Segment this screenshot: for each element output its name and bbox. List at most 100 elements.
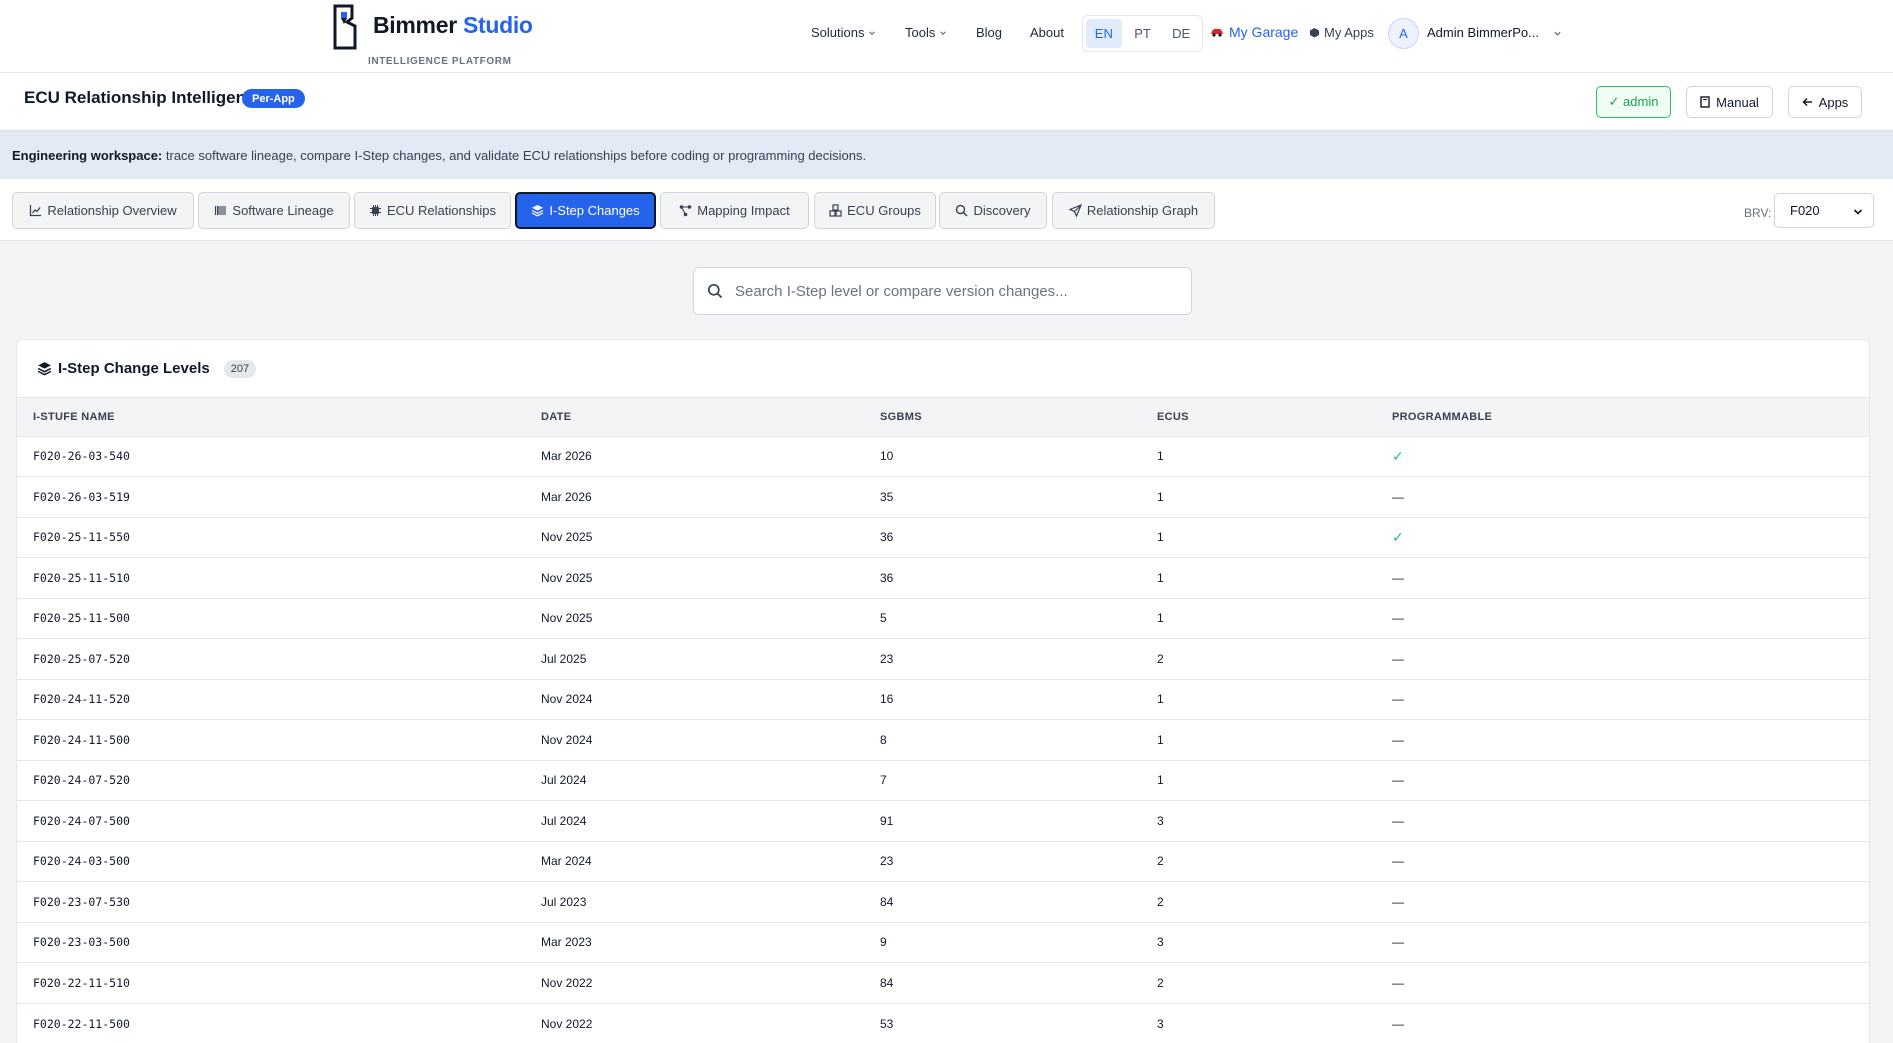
lang-en[interactable]: EN xyxy=(1086,19,1122,48)
sgbms-cell: 84 xyxy=(864,962,1141,1003)
table-row[interactable]: F020-22-11-500 Nov 2022 53 3— xyxy=(17,1002,1869,1043)
nav-solutions[interactable]: Solutions xyxy=(811,25,876,40)
chart-line-icon xyxy=(30,205,42,217)
column-header-ecus[interactable]: ECUS xyxy=(1141,398,1376,436)
sgbms-cell: 35 xyxy=(864,476,1141,517)
tab-software-lineage[interactable]: Software Lineage xyxy=(198,192,350,229)
table-row[interactable]: F020-24-11-500 Nov 2024 8 1— xyxy=(17,719,1869,760)
i-stufe-name-cell: F020-24-03-500 xyxy=(17,840,525,882)
i-stufe-name-cell: F020-23-03-500 xyxy=(17,921,525,963)
i-step-table: I-STUFE NAME DATE SGBMS ECUS PROGRAMMABL… xyxy=(17,398,1869,1043)
table-header-row: I-STUFE NAME DATE SGBMS ECUS PROGRAMMABL… xyxy=(17,398,1869,436)
table-row[interactable]: F020-26-03-540 Mar 2026 10 1 ✓ xyxy=(17,435,1869,477)
search-input[interactable] xyxy=(735,276,1175,306)
avatar[interactable]: A xyxy=(1388,18,1419,49)
chevron-down-icon xyxy=(869,30,876,35)
sgbms-cell: 36 xyxy=(864,516,1141,558)
date-cell: Mar 2023 xyxy=(525,921,864,963)
column-header-date[interactable]: DATE xyxy=(525,398,864,436)
tab-ecu-groups[interactable]: ECU Groups xyxy=(814,192,936,229)
tab-label: Mapping Impact xyxy=(697,203,790,218)
programmable-cell: — xyxy=(1376,597,1869,639)
table-row[interactable]: F020-23-03-500 Mar 2023 9 3— xyxy=(17,921,1869,963)
ecus-cell: 1 xyxy=(1141,435,1376,477)
programmable-cell: — xyxy=(1376,476,1869,517)
brand-name[interactable]: Bimmer Studio xyxy=(373,12,533,39)
i-stufe-name-cell: F020-24-11-520 xyxy=(17,678,525,720)
table-row[interactable]: F020-26-03-519 Mar 2026 35 1— xyxy=(17,476,1869,517)
tab-i-step-changes[interactable]: I-Step Changes xyxy=(515,192,656,229)
sgbms-cell: 91 xyxy=(864,800,1141,841)
lang-de[interactable]: DE xyxy=(1163,19,1199,48)
microchip-icon xyxy=(369,205,381,216)
programmable-cell: — xyxy=(1376,881,1869,922)
brv-label: BRV: xyxy=(1744,206,1772,220)
banner-text: trace software lineage, compare I-Step c… xyxy=(162,148,867,163)
programmable-cell: — xyxy=(1376,678,1869,720)
apps-button[interactable]: Apps xyxy=(1788,86,1862,118)
tab-relationship-graph[interactable]: Relationship Graph xyxy=(1052,192,1215,229)
my-garage-link[interactable]: My Garage xyxy=(1210,24,1298,40)
ecus-cell: 1 xyxy=(1141,759,1376,801)
admin-button[interactable]: ✓ admin xyxy=(1596,86,1671,118)
tab-label: Software Lineage xyxy=(232,203,334,218)
table-row[interactable]: F020-25-11-550 Nov 2025 36 1 ✓ xyxy=(17,516,1869,558)
tab-ecu-relationships[interactable]: ECU Relationships xyxy=(354,192,511,229)
username[interactable]: Admin BimmerPo... xyxy=(1427,25,1539,40)
sgbms-cell: 23 xyxy=(864,840,1141,882)
nav-about[interactable]: About xyxy=(1030,25,1064,40)
page-title: ECU Relationship Intelligence xyxy=(24,88,265,107)
search-icon xyxy=(707,283,723,299)
sgbms-cell: 9 xyxy=(864,921,1141,963)
i-stufe-name-cell: F020-24-07-520 xyxy=(17,759,525,801)
tab-discovery[interactable]: Discovery xyxy=(939,192,1047,229)
chevron-down-icon[interactable] xyxy=(1553,29,1562,38)
table-row[interactable]: F020-25-11-500 Nov 2025 5 1— xyxy=(17,597,1869,639)
table-row[interactable]: F020-25-07-520 Jul 2025 23 2— xyxy=(17,638,1869,679)
column-header-programmable[interactable]: PROGRAMMABLE xyxy=(1376,398,1869,436)
banner-lead: Engineering workspace: xyxy=(12,148,163,163)
table-row[interactable]: F020-23-07-530 Jul 2023 84 2— xyxy=(17,881,1869,922)
layers-icon xyxy=(37,362,52,376)
my-apps-link[interactable]: My Apps xyxy=(1309,25,1374,40)
date-cell: Mar 2026 xyxy=(525,476,864,517)
table-row[interactable]: F020-22-11-510 Nov 2022 84 2— xyxy=(17,962,1869,1003)
table-row[interactable]: F020-24-07-520 Jul 2024 7 1— xyxy=(17,759,1869,801)
i-stufe-name-cell: F020-22-11-510 xyxy=(17,962,525,1003)
programmable-cell: — xyxy=(1376,840,1869,882)
ecus-cell: 1 xyxy=(1141,476,1376,517)
manual-button[interactable]: Manual xyxy=(1686,86,1773,118)
date-cell: Jul 2024 xyxy=(525,800,864,841)
programmable-cell: — xyxy=(1376,719,1869,760)
table-row[interactable]: F020-24-07-500 Jul 2024 91 3— xyxy=(17,800,1869,841)
sgbms-cell: 8 xyxy=(864,719,1141,760)
table-row[interactable]: F020-24-11-520 Nov 2024 16 1— xyxy=(17,678,1869,720)
my-apps-label: My Apps xyxy=(1324,25,1374,40)
lang-pt[interactable]: PT xyxy=(1125,19,1161,48)
i-stufe-name-cell: F020-25-11-500 xyxy=(17,597,525,639)
tab-relationship-overview[interactable]: Relationship Overview xyxy=(12,192,194,229)
ecus-cell: 1 xyxy=(1141,719,1376,760)
sgbms-cell: 16 xyxy=(864,678,1141,720)
table-row[interactable]: F020-24-03-500 Mar 2024 23 2— xyxy=(17,840,1869,882)
brv-select[interactable]: F020 xyxy=(1774,193,1874,228)
ecus-cell: 2 xyxy=(1141,638,1376,679)
column-header-i-stufe-name[interactable]: I-STUFE NAME xyxy=(17,398,525,436)
date-cell: Mar 2024 xyxy=(525,840,864,882)
tab-mapping-impact[interactable]: Mapping Impact xyxy=(660,192,809,229)
programmable-cell: — xyxy=(1376,638,1869,679)
programmable-cell: — xyxy=(1376,759,1869,801)
nav-blog[interactable]: Blog xyxy=(976,25,1002,40)
nav-tools[interactable]: Tools xyxy=(905,25,947,40)
programmable-cell: — xyxy=(1376,800,1869,841)
brand-logo-icon[interactable] xyxy=(332,4,358,50)
barcode-icon xyxy=(215,206,226,215)
date-cell: Jul 2025 xyxy=(525,638,864,679)
column-header-sgbms[interactable]: SGBMS xyxy=(864,398,1141,436)
page-header: ECU Relationship Intelligence Per-App ✓ … xyxy=(0,73,1893,130)
count-badge: 207 xyxy=(223,359,257,378)
nav-tools-label: Tools xyxy=(905,25,936,40)
table-row[interactable]: F020-25-11-510 Nov 2025 36 1— xyxy=(17,557,1869,598)
brv-value: F020 xyxy=(1790,203,1820,218)
brand-tagline: INTELLIGENCE PLATFORM xyxy=(368,56,512,67)
